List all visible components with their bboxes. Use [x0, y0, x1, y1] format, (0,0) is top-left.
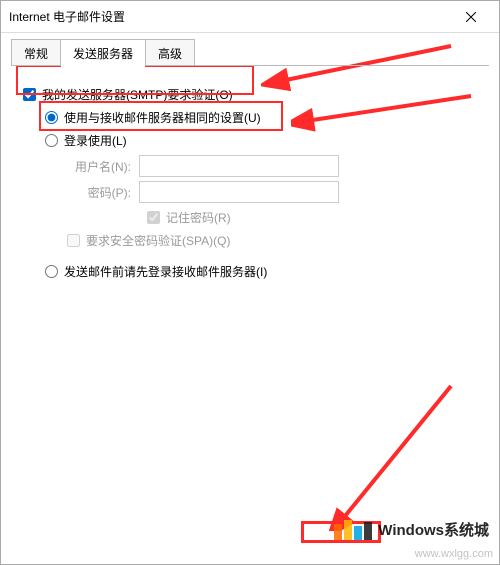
- tab-content: 我的发送服务器(SMTP)要求验证(O) 使用与接收邮件服务器相同的设置(U) …: [1, 66, 499, 296]
- window-title: Internet 电子邮件设置: [9, 1, 125, 33]
- smtp-auth-label[interactable]: 我的发送服务器(SMTP)要求验证(O): [42, 86, 233, 103]
- tab-general[interactable]: 常规: [11, 39, 61, 66]
- same-as-incoming-label[interactable]: 使用与接收邮件服务器相同的设置(U): [64, 109, 261, 126]
- titlebar: Internet 电子邮件设置: [1, 1, 499, 33]
- password-input: [139, 181, 339, 203]
- remember-password-label: 记住密码(R): [166, 209, 231, 226]
- remember-password-row: 记住密码(R): [67, 209, 477, 226]
- login-first-row: 发送邮件前请先登录接收邮件服务器(I): [23, 263, 477, 280]
- dialog-window: Internet 电子邮件设置 常规 发送服务器 高级 我的发送服务器(SMTP…: [0, 0, 500, 565]
- username-label: 用户名(N):: [67, 158, 139, 175]
- remember-password-checkbox: [147, 211, 160, 224]
- tab-outgoing-server[interactable]: 发送服务器: [60, 39, 146, 66]
- spa-label: 要求安全密码验证(SPA)(Q): [86, 232, 230, 249]
- tab-advanced[interactable]: 高级: [145, 39, 195, 66]
- logon-using-label[interactable]: 登录使用(L): [64, 132, 127, 149]
- annotation-highlight-box: [301, 521, 381, 543]
- same-as-incoming-radio[interactable]: [45, 111, 58, 124]
- password-label: 密码(P):: [67, 184, 139, 201]
- watermark-url: www.wxlgg.com: [415, 548, 493, 560]
- tab-strip: 常规 发送服务器 高级: [1, 33, 499, 66]
- login-first-label[interactable]: 发送邮件前请先登录接收邮件服务器(I): [64, 263, 267, 280]
- logon-using-radio[interactable]: [45, 134, 58, 147]
- logon-using-row: 登录使用(L): [23, 132, 477, 149]
- annotation-arrow-icon: [301, 381, 481, 531]
- spa-row: 要求安全密码验证(SPA)(Q): [67, 232, 477, 249]
- spa-checkbox: [67, 234, 80, 247]
- credentials-group: 用户名(N): 密码(P): 记住密码(R) 要求安全密码验证(SPA)(Q): [23, 155, 477, 249]
- windows-logo-icon: [334, 520, 372, 540]
- watermark-text: Windows系统城: [378, 519, 489, 540]
- smtp-auth-checkbox[interactable]: [23, 88, 36, 101]
- username-input: [139, 155, 339, 177]
- smtp-auth-row: 我的发送服务器(SMTP)要求验证(O): [23, 86, 477, 103]
- close-icon: [466, 12, 476, 22]
- username-row: 用户名(N):: [67, 155, 477, 177]
- same-as-incoming-row: 使用与接收邮件服务器相同的设置(U): [23, 109, 477, 126]
- watermark: Windows系统城: [334, 519, 489, 540]
- login-first-radio[interactable]: [45, 265, 58, 278]
- password-row: 密码(P):: [67, 181, 477, 203]
- close-button[interactable]: [451, 2, 491, 32]
